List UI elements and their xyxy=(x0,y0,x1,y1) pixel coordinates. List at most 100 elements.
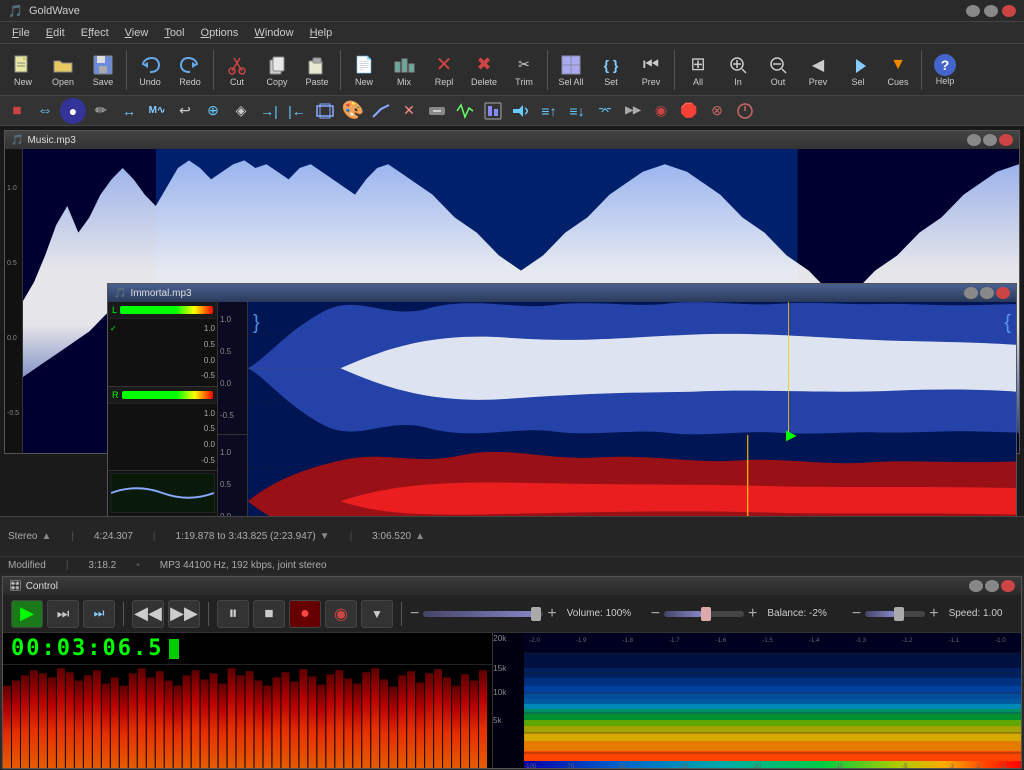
t2-btn2[interactable]: ⇔ xyxy=(32,98,58,124)
record-button[interactable]: ● xyxy=(289,600,321,628)
all-button[interactable]: ⊞ All xyxy=(679,47,717,93)
repl-button[interactable]: ✕ Repl xyxy=(425,47,463,93)
delete-button[interactable]: ✖ Delete xyxy=(465,47,503,93)
app-close-button[interactable] xyxy=(1002,5,1016,17)
balance-slider[interactable] xyxy=(664,611,744,617)
t2-btn15[interactable]: ✕ xyxy=(396,98,422,124)
t2-btn22[interactable]: ⌤ xyxy=(592,98,618,124)
speed-minus[interactable]: − xyxy=(852,605,861,623)
save-button[interactable]: Save xyxy=(84,47,122,93)
help-button[interactable]: ? Help xyxy=(926,47,964,93)
selall-button[interactable]: Sel All xyxy=(552,47,590,93)
speed-slider[interactable] xyxy=(865,611,925,617)
zoomout-button[interactable]: Out xyxy=(759,47,797,93)
mode-dropdown[interactable]: ▲ xyxy=(41,531,51,542)
t2-btn4[interactable]: ✏ xyxy=(88,98,114,124)
control-close-button[interactable] xyxy=(1001,580,1015,592)
redo-button[interactable]: Redo xyxy=(171,47,209,93)
t2-btn5[interactable]: ↔ xyxy=(116,98,142,124)
vol-minus[interactable]: − xyxy=(410,605,419,623)
music-maximize-button[interactable] xyxy=(983,134,997,146)
sel-button[interactable]: Sel xyxy=(839,47,877,93)
svg-text:-1.1: -1.1 xyxy=(949,637,960,644)
t2-btn12[interactable] xyxy=(312,98,338,124)
menu-effect[interactable]: Effect xyxy=(73,25,117,41)
t2-btn23[interactable]: ▶▶ xyxy=(620,98,646,124)
control-maximize-button[interactable] xyxy=(985,580,999,592)
t2-btn17[interactable] xyxy=(452,98,478,124)
immortal-close-button[interactable] xyxy=(996,287,1010,299)
set-button[interactable]: { } Set xyxy=(592,47,630,93)
t2-btn27[interactable] xyxy=(732,98,758,124)
menu-file[interactable]: File xyxy=(4,25,38,41)
skip-end-button[interactable]: ⏭ xyxy=(83,600,115,628)
t2-btn20[interactable]: ≡↑ xyxy=(536,98,562,124)
menu-window[interactable]: Window xyxy=(246,25,301,41)
svg-text:-1.8: -1.8 xyxy=(622,637,633,644)
immortal-maximize-button[interactable] xyxy=(980,287,994,299)
t2-btn13[interactable]: 🎨 xyxy=(340,98,366,124)
bal-minus[interactable]: − xyxy=(651,605,660,623)
balance-label: Balance: -2% xyxy=(767,608,837,619)
t2-btn26[interactable]: ⊗ xyxy=(704,98,730,124)
rewind-button[interactable]: ◀◀ xyxy=(132,600,164,628)
t2-fade-btn[interactable] xyxy=(368,98,394,124)
paste-button[interactable]: Paste xyxy=(298,47,336,93)
svg-text:-20: -20 xyxy=(752,763,762,768)
t2-btn9[interactable]: ◈ xyxy=(228,98,254,124)
open-button[interactable]: Open xyxy=(44,47,82,93)
mix-button[interactable]: Mix xyxy=(385,47,423,93)
zoomin-button[interactable]: In xyxy=(719,47,757,93)
control-minimize-button[interactable] xyxy=(969,580,983,592)
app-minimize-button[interactable] xyxy=(966,5,980,17)
playback-options-button[interactable]: ▼ xyxy=(361,600,393,628)
t2-btn11[interactable]: |← xyxy=(284,98,310,124)
trim-button[interactable]: ✂ Trim xyxy=(505,47,543,93)
pause-button[interactable]: ⏸ xyxy=(217,600,249,628)
copy-button[interactable]: Copy xyxy=(258,47,296,93)
t2-btn21[interactable]: ≡↓ xyxy=(564,98,590,124)
undo-button[interactable]: Undo xyxy=(131,47,169,93)
t2-vol-btn[interactable] xyxy=(508,98,534,124)
immortal-minimize-button[interactable] xyxy=(964,287,978,299)
toolbar-sep2 xyxy=(213,50,214,90)
monitor-button[interactable]: ◉ xyxy=(325,600,357,628)
fastforward-button[interactable]: ▶▶ xyxy=(168,600,200,628)
stop-button[interactable]: ⏹ xyxy=(253,600,285,628)
music-close-button[interactable] xyxy=(999,134,1013,146)
t2-btn25[interactable]: 🛑 xyxy=(676,98,702,124)
app-maximize-button[interactable] xyxy=(984,5,998,17)
prev-button[interactable]: ⏮ Prev xyxy=(632,47,670,93)
volume-slider[interactable] xyxy=(423,611,543,617)
play-button[interactable]: ▶ xyxy=(11,600,43,628)
pos-dropdown[interactable]: ▲ xyxy=(415,531,425,542)
t2-btn3[interactable]: ● xyxy=(60,98,86,124)
t2-btn8[interactable]: ⊕ xyxy=(200,98,226,124)
menu-help[interactable]: Help xyxy=(302,25,341,41)
modified-label: Modified xyxy=(8,560,46,571)
music-minimize-button[interactable] xyxy=(967,134,981,146)
stop-btn[interactable]: ⏹ xyxy=(4,98,30,124)
new2-button[interactable]: 📄 New xyxy=(345,47,383,93)
t2-btn18[interactable] xyxy=(480,98,506,124)
bal-plus[interactable]: + xyxy=(748,605,757,623)
t2-btn16[interactable] xyxy=(424,98,450,124)
speed-plus[interactable]: + xyxy=(929,605,938,623)
zoomprev-button[interactable]: ◀ Prev xyxy=(799,47,837,93)
next-start-button[interactable]: ⏭ xyxy=(47,600,79,628)
t2-btn24[interactable]: ◉ xyxy=(648,98,674,124)
cut-button[interactable]: Cut xyxy=(218,47,256,93)
t2-btn7[interactable]: ↩ xyxy=(172,98,198,124)
menu-edit[interactable]: Edit xyxy=(38,25,73,41)
sel-dropdown[interactable]: ▼ xyxy=(320,531,330,542)
t2-btn6[interactable]: M∿ xyxy=(144,98,170,124)
l-level-n05-val: -0.5 xyxy=(201,371,215,380)
new-button[interactable]: New xyxy=(4,47,42,93)
vol-plus[interactable]: + xyxy=(547,605,556,623)
menu-view[interactable]: View xyxy=(117,25,157,41)
cues-button[interactable]: ▼ Cues xyxy=(879,47,917,93)
menu-tool[interactable]: Tool xyxy=(156,25,192,41)
menu-options[interactable]: Options xyxy=(193,25,247,41)
t2-btn10[interactable]: →| xyxy=(256,98,282,124)
toolbar-sep4 xyxy=(547,50,548,90)
